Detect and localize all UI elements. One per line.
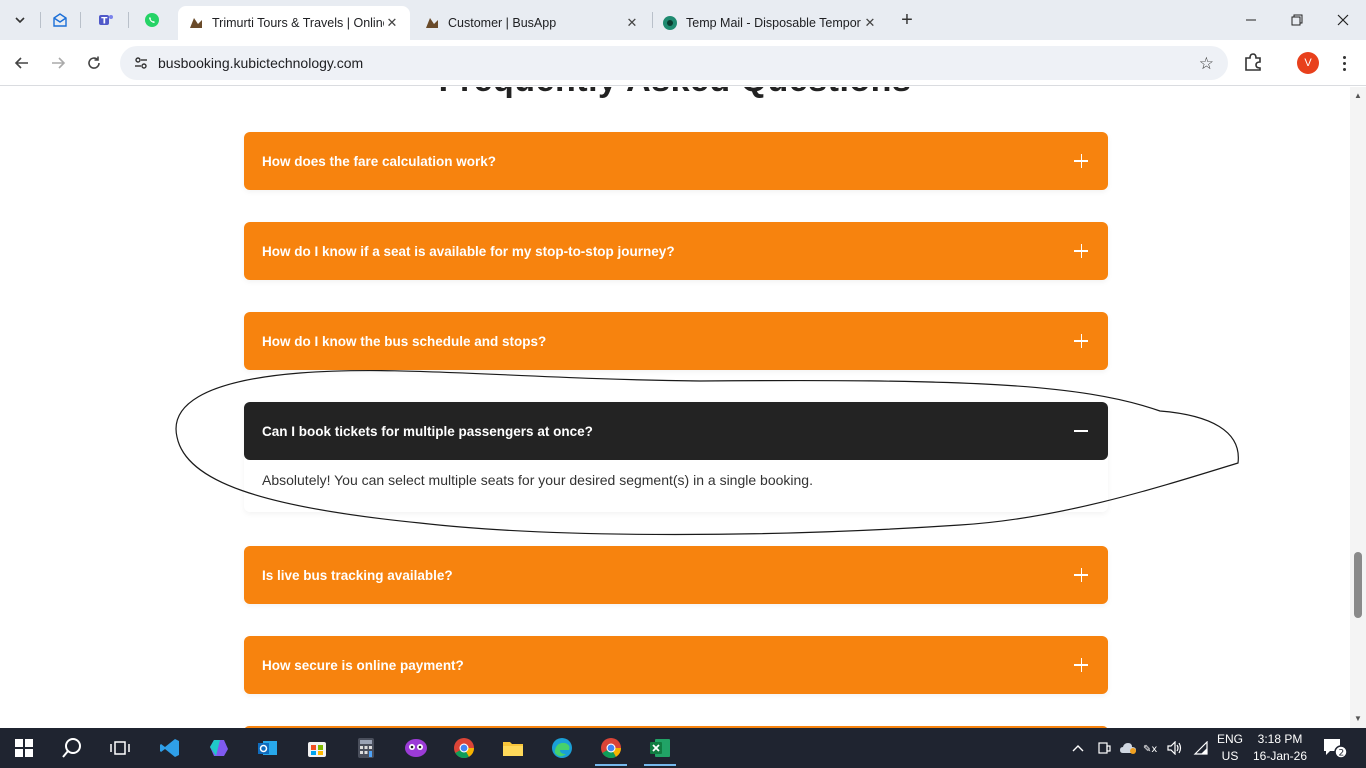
faq-item[interactable]: How do I know if a seat is available for… (244, 222, 1108, 280)
language-code: ENG (1216, 732, 1243, 746)
tab-temp-mail[interactable]: Temp Mail - Disposable Tempor ✕ (652, 6, 888, 40)
site-info-tune-icon[interactable] (126, 55, 156, 71)
bus-logo-icon (424, 15, 440, 31)
clock-date: 16-Jan-26 (1252, 749, 1308, 763)
faq-question-header[interactable]: How do I know if a seat is available for… (244, 222, 1108, 280)
tab-separator (128, 12, 129, 28)
browser-toolbar: busbooking.kubictechnology.com ☆ (0, 40, 1366, 86)
faq-question: How does the fare calculation work? (262, 153, 497, 169)
language-indicator[interactable]: ENG US (1212, 731, 1248, 765)
excel-icon[interactable] (640, 732, 680, 766)
speaker-volume-icon[interactable] (1167, 728, 1183, 768)
temp-mail-icon (662, 15, 678, 31)
faq-question: How secure is online payment? (262, 657, 464, 673)
collapse-minus-icon[interactable] (1072, 422, 1090, 440)
forward-arrow-icon[interactable] (44, 49, 72, 77)
faq-item-open[interactable]: Can I book tickets for multiple passenge… (244, 402, 1108, 512)
tab-title: Temp Mail - Disposable Tempor (686, 16, 861, 30)
expand-plus-icon[interactable] (1072, 242, 1090, 260)
svg-text:✎x: ✎x (1143, 744, 1157, 755)
task-view-icon[interactable] (100, 732, 140, 764)
wifi-signal-icon[interactable] (1193, 728, 1209, 768)
tab-customer-busapp[interactable]: Customer | BusApp ✕ (414, 6, 650, 40)
minimize-icon[interactable] (1228, 0, 1274, 40)
bookmark-star-icon[interactable]: ☆ (1199, 54, 1214, 74)
tray-overflow-chevron-icon[interactable] (1072, 728, 1086, 768)
extensions-puzzle-icon[interactable] (1242, 51, 1266, 75)
faq-question: Is live bus tracking available? (262, 567, 453, 583)
system-clock[interactable]: 3:18 PM 16-Jan-26 (1250, 731, 1310, 765)
close-tab-icon[interactable]: ✕ (624, 15, 640, 31)
faq-question-header[interactable]: Can I book tickets for multiple passenge… (244, 402, 1108, 460)
notification-center-icon[interactable]: 2 (1322, 736, 1348, 760)
tab-separator (40, 12, 41, 28)
device-icon[interactable] (1097, 728, 1111, 768)
microsoft-store-icon[interactable] (297, 732, 337, 764)
search-icon[interactable] (52, 732, 92, 764)
copilot-icon[interactable] (199, 732, 239, 764)
url-text: busbooking.kubictechnology.com (158, 55, 364, 71)
faq-question-header[interactable]: How does the fare calculation work? (244, 132, 1108, 190)
edge-icon[interactable] (542, 732, 582, 764)
tab-title: Trimurti Tours & Travels | Online (212, 16, 384, 30)
close-tab-icon[interactable]: ✕ (862, 15, 878, 31)
keyboard-region: US (1221, 749, 1239, 763)
tab-separator (80, 12, 81, 28)
browser-menu-kebab-icon[interactable] (1334, 52, 1354, 74)
bus-logo-icon (188, 15, 204, 31)
expand-plus-icon[interactable] (1072, 152, 1090, 170)
expand-plus-icon[interactable] (1072, 656, 1090, 674)
faq-item[interactable]: How does the fare calculation work? (244, 132, 1108, 190)
windows-start-icon[interactable] (4, 732, 44, 764)
new-tab-plus-icon[interactable]: + (895, 8, 919, 32)
browser-tab-strip: T Trimurti Tours & Travels | Online ✕ Cu… (0, 0, 1366, 40)
scroll-up-arrow-icon[interactable]: ▲ (1354, 91, 1362, 100)
faq-item[interactable]: Is live bus tracking available? (244, 546, 1108, 604)
back-arrow-icon[interactable] (8, 49, 36, 77)
tab-search-chevron-icon[interactable] (8, 8, 32, 32)
page-scrollbar[interactable]: ▲ ▼ (1350, 87, 1366, 728)
faq-answer: Absolutely! You can select multiple seat… (262, 472, 813, 488)
game-app-icon[interactable] (396, 732, 436, 764)
vscode-icon[interactable] (150, 732, 190, 764)
page-viewport: Frequently Asked Questions How does the … (0, 87, 1350, 728)
chrome-icon[interactable] (444, 732, 484, 764)
notification-count: 2 (1339, 749, 1345, 759)
address-bar[interactable]: busbooking.kubictechnology.com ☆ (120, 46, 1228, 80)
tab-title: Customer | BusApp (448, 16, 557, 30)
restore-icon[interactable] (1274, 0, 1320, 40)
expand-plus-icon[interactable] (1072, 332, 1090, 350)
faq-question-header[interactable]: How secure is online payment? (244, 636, 1108, 694)
reload-icon[interactable] (80, 49, 108, 77)
scroll-down-arrow-icon[interactable]: ▼ (1354, 714, 1362, 723)
faq-item[interactable]: How secure is online payment? (244, 636, 1108, 694)
outlook-icon[interactable] (248, 732, 288, 764)
tab-trimurti-tours[interactable]: Trimurti Tours & Travels | Online ✕ (178, 6, 410, 40)
faq-question-header[interactable]: Is live bus tracking available? (244, 546, 1108, 604)
scrollbar-thumb[interactable] (1354, 552, 1362, 618)
faq-question: How do I know if a seat is available for… (262, 243, 675, 259)
chrome-active-icon[interactable] (591, 732, 631, 766)
faq-question: Can I book tickets for multiple passenge… (262, 423, 593, 439)
file-explorer-icon[interactable] (493, 732, 533, 764)
close-window-icon[interactable] (1320, 0, 1366, 40)
windows-taskbar: ✎x ENG US 3:18 PM 16-Jan-26 2 (0, 728, 1366, 768)
input-indicator-icon[interactable]: ✎x (1143, 728, 1161, 768)
pinned-tab-teams-icon[interactable]: T (92, 8, 120, 32)
pinned-tab-whatsapp-icon[interactable] (138, 8, 166, 32)
faq-question: How do I know the bus schedule and stops… (262, 333, 547, 349)
svg-text:T: T (101, 17, 108, 27)
faq-heading: Frequently Asked Questions (0, 87, 1350, 100)
faq-item[interactable]: How do I know the bus schedule and stops… (244, 312, 1108, 370)
close-tab-icon[interactable]: ✕ (384, 15, 400, 31)
faq-question-header[interactable]: How do I know the bus schedule and stops… (244, 312, 1108, 370)
calculator-icon[interactable] (346, 732, 386, 764)
clock-time: 3:18 PM (1257, 732, 1303, 746)
expand-plus-icon[interactable] (1072, 566, 1090, 584)
weather-cloud-icon[interactable] (1119, 728, 1137, 768)
profile-avatar[interactable]: V (1297, 52, 1319, 74)
pinned-tab-mail-icon[interactable] (46, 8, 74, 32)
